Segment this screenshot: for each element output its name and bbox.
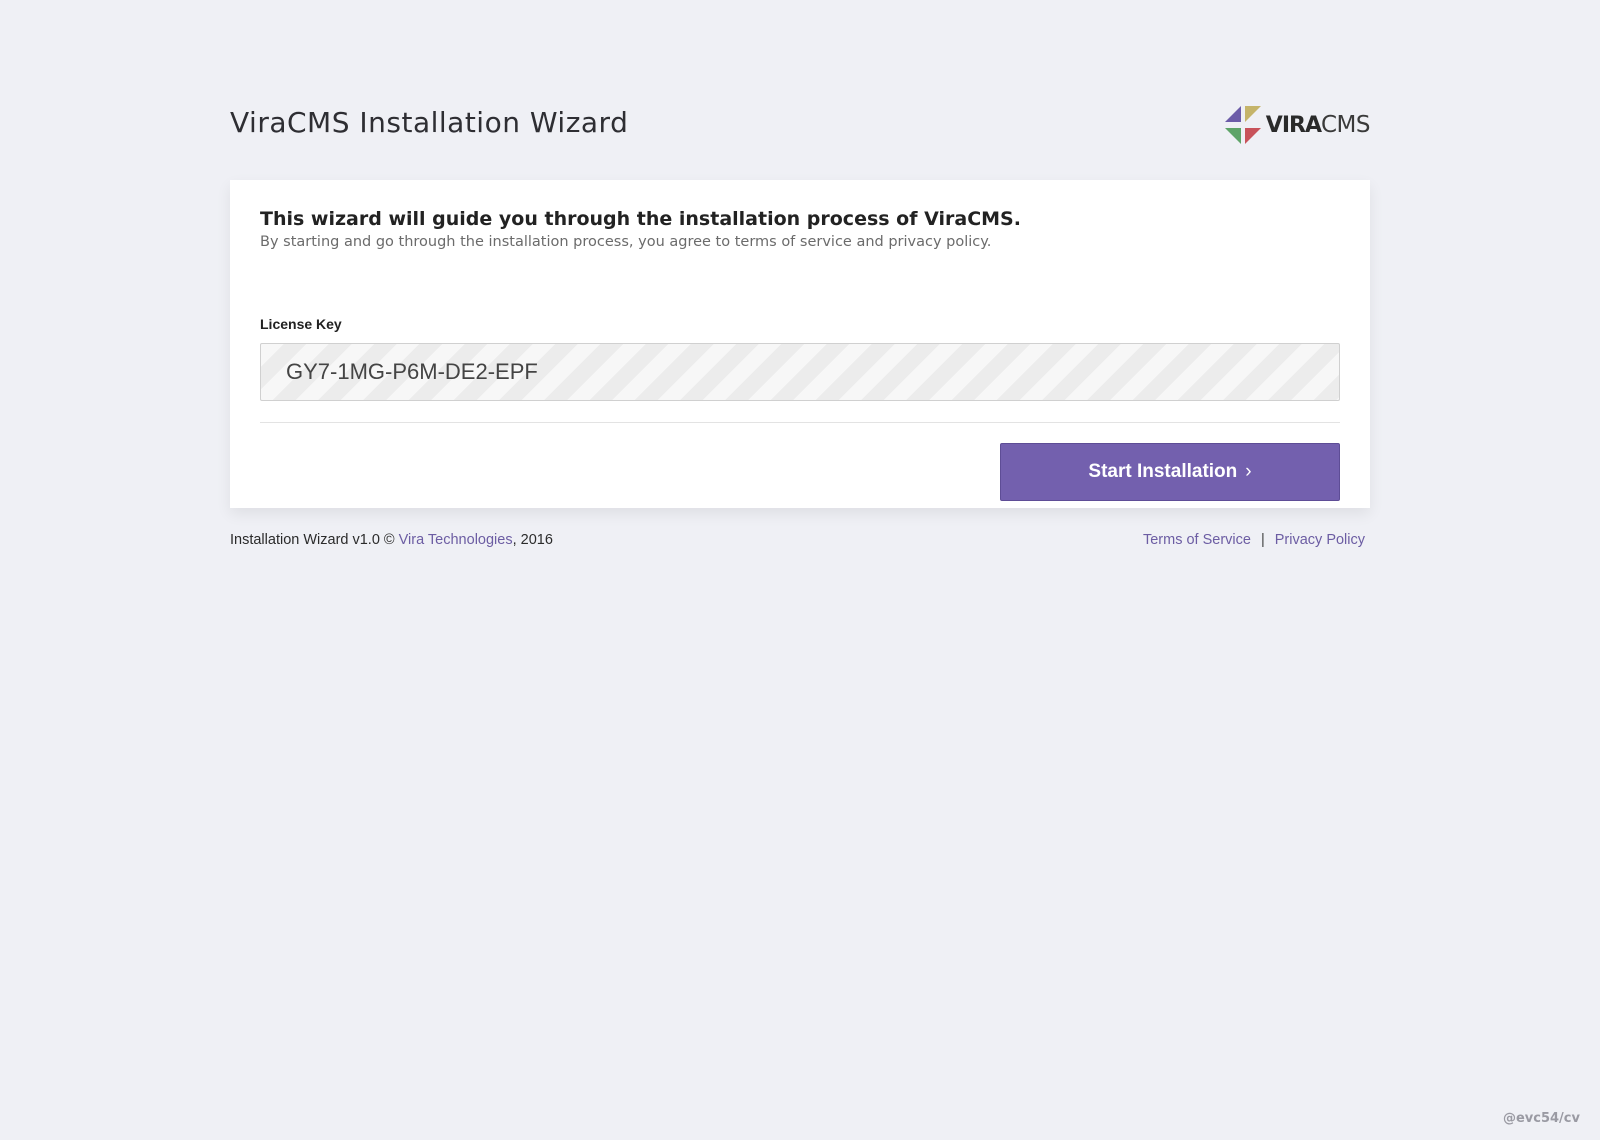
- footer-separator: |: [1260, 532, 1265, 548]
- wizard-card: This wizard will guide you through the i…: [230, 180, 1370, 508]
- footer-version-text: Installation Wizard v1.0 ©: [230, 532, 399, 548]
- page-header: ViraCMS Installation Wizard VIRACMS: [230, 100, 1371, 150]
- footer-year-text: , 2016: [512, 532, 553, 548]
- page-title: ViraCMS Installation Wizard: [230, 106, 629, 139]
- chevron-right-icon: ›: [1245, 461, 1252, 482]
- logo-mark-icon: [1224, 106, 1261, 144]
- footer-links: Terms of Service | Privacy Policy: [1143, 532, 1365, 548]
- start-installation-label: Start Installation: [1088, 461, 1238, 482]
- divider: [260, 422, 1340, 423]
- intro-subtitle: By starting and go through the installat…: [260, 234, 992, 250]
- logo-wordmark: VIRACMS: [1265, 112, 1371, 138]
- viracms-logo: VIRACMS: [1223, 106, 1371, 144]
- privacy-policy-link[interactable]: Privacy Policy: [1275, 532, 1365, 548]
- company-link[interactable]: Vira Technologies: [399, 532, 513, 548]
- footer-copyright: Installation Wizard v1.0 © Vira Technolo…: [230, 532, 553, 548]
- intro-title: This wizard will guide you through the i…: [260, 208, 1021, 230]
- start-installation-button[interactable]: Start Installation ›: [1000, 443, 1340, 501]
- wizard-card-body: This wizard will guide you through the i…: [260, 208, 1340, 501]
- license-key-label: License Key: [260, 316, 342, 332]
- license-key-input[interactable]: [260, 343, 1340, 401]
- terms-of-service-link[interactable]: Terms of Service: [1143, 532, 1251, 548]
- watermark-text: @evc54/cv: [1502, 1111, 1580, 1126]
